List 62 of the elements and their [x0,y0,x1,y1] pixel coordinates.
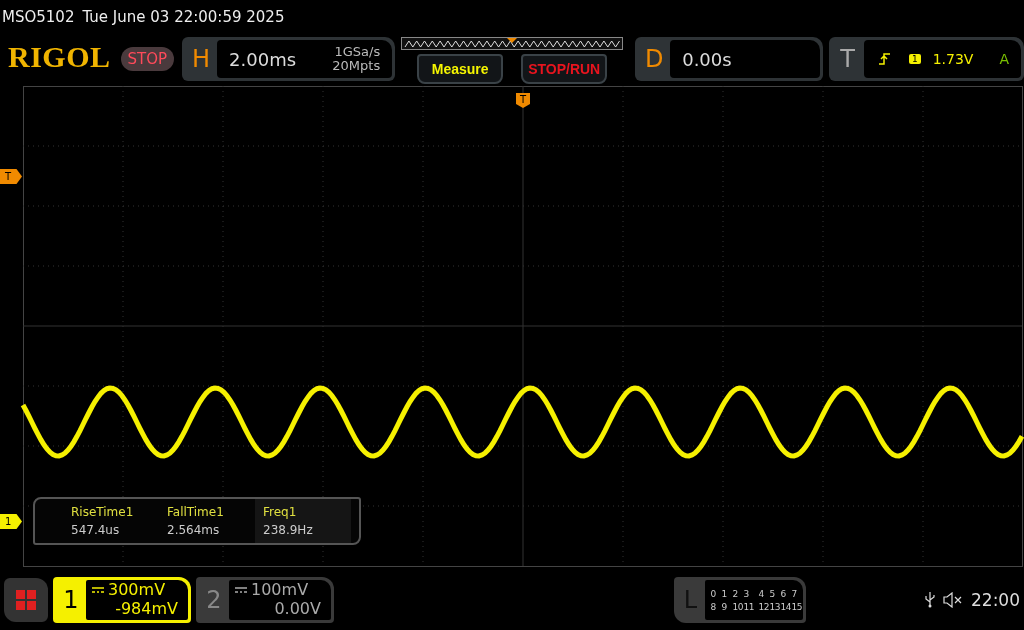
measurement-name: RiseTime1 [71,505,135,519]
measurement-name: FallTime1 [167,505,225,519]
trigger-mode: A [999,51,1009,67]
logic-bit-label: 14 [780,601,792,612]
delay-label: D [643,45,665,73]
channel-scale: 300mV [108,580,166,599]
channel-marker[interactable]: 1 [0,514,22,529]
logic-bit-label: 6 [780,588,787,599]
memory-depth: 20Mpts [332,59,381,73]
logic-bit-label: 1 [721,588,728,599]
logic-bit-label: 2 [732,588,739,599]
channel-panel[interactable]: 1 300mV -984mV [53,577,191,623]
trigger-panel[interactable]: T 1 1.73V A [828,37,1024,81]
channel-offset: 0.00V [274,599,321,618]
measurement-item[interactable]: RiseTime1 547.4us [63,499,159,543]
measurement-value: 238.9Hz [263,523,314,537]
date-time: Tue June 03 22:00:59 2025 [82,8,285,26]
logic-bit-label: 13 [769,601,781,612]
dc-coupling-icon [235,586,247,593]
logic-bit-label: 3 [743,588,750,599]
measurement-value: 547.4us [71,523,121,537]
measurement-item[interactable]: Freq1 238.9Hz [255,499,351,543]
delay-value: 0.00s [682,48,732,70]
logic-bit-label: 11 [743,601,755,612]
trigger-label: T [839,45,856,73]
logic-bit-label: 0 [710,588,717,599]
horizontal-panel[interactable]: H 2.00ms 1GSa/s 20Mpts [182,37,396,81]
logic-bit-label: 12 [758,601,770,612]
trigger-source: 1 [908,54,921,64]
logic-bit-label: 4 [758,588,765,599]
usb-icon [925,592,935,608]
rising-edge-icon [878,53,891,65]
logic-bit-label: 5 [769,588,776,599]
trigger-level-marker[interactable]: T [0,169,22,184]
dc-coupling-icon [92,586,104,593]
logic-bit-label: 7 [791,588,798,599]
measurement-name: Freq1 [263,505,298,519]
logic-bit-label: 9 [721,601,728,612]
channel-offset: -984mV [115,599,178,618]
muted-speaker-icon[interactable] [943,592,963,608]
logic-bit-label: 15 [791,601,803,612]
sample-rate: 1GSa/s [334,45,381,59]
channel-scale: 100mV [251,580,309,599]
delay-panel[interactable]: D 0.00s [635,37,823,81]
horizontal-label: H [191,45,212,73]
clock-time: 22:00 [971,590,1020,610]
channel-panel[interactable]: 2 100mV 0.00V [196,577,334,623]
menu-button[interactable] [4,578,48,622]
run-state-indicator: STOP [120,47,175,71]
channel-number: 1 [62,586,80,614]
measure-button[interactable]: Measure [417,54,504,84]
stop-run-button[interactable]: STOP/RUN [521,54,608,84]
timebase-value: 2.00ms [229,48,297,70]
brand-logo: RIGOL [8,40,111,74]
logic-bit-label: 10 [732,601,744,612]
measurement-value: 2.564ms [167,523,221,537]
channel-number: 2 [205,586,223,614]
measurement-item[interactable]: FallTime1 2.564ms [159,499,255,543]
trigger-level: 1.73V [932,51,974,67]
model-name: MSO5102 [2,8,75,26]
logic-bit-label: 8 [710,601,717,612]
grid-icon [15,589,37,611]
